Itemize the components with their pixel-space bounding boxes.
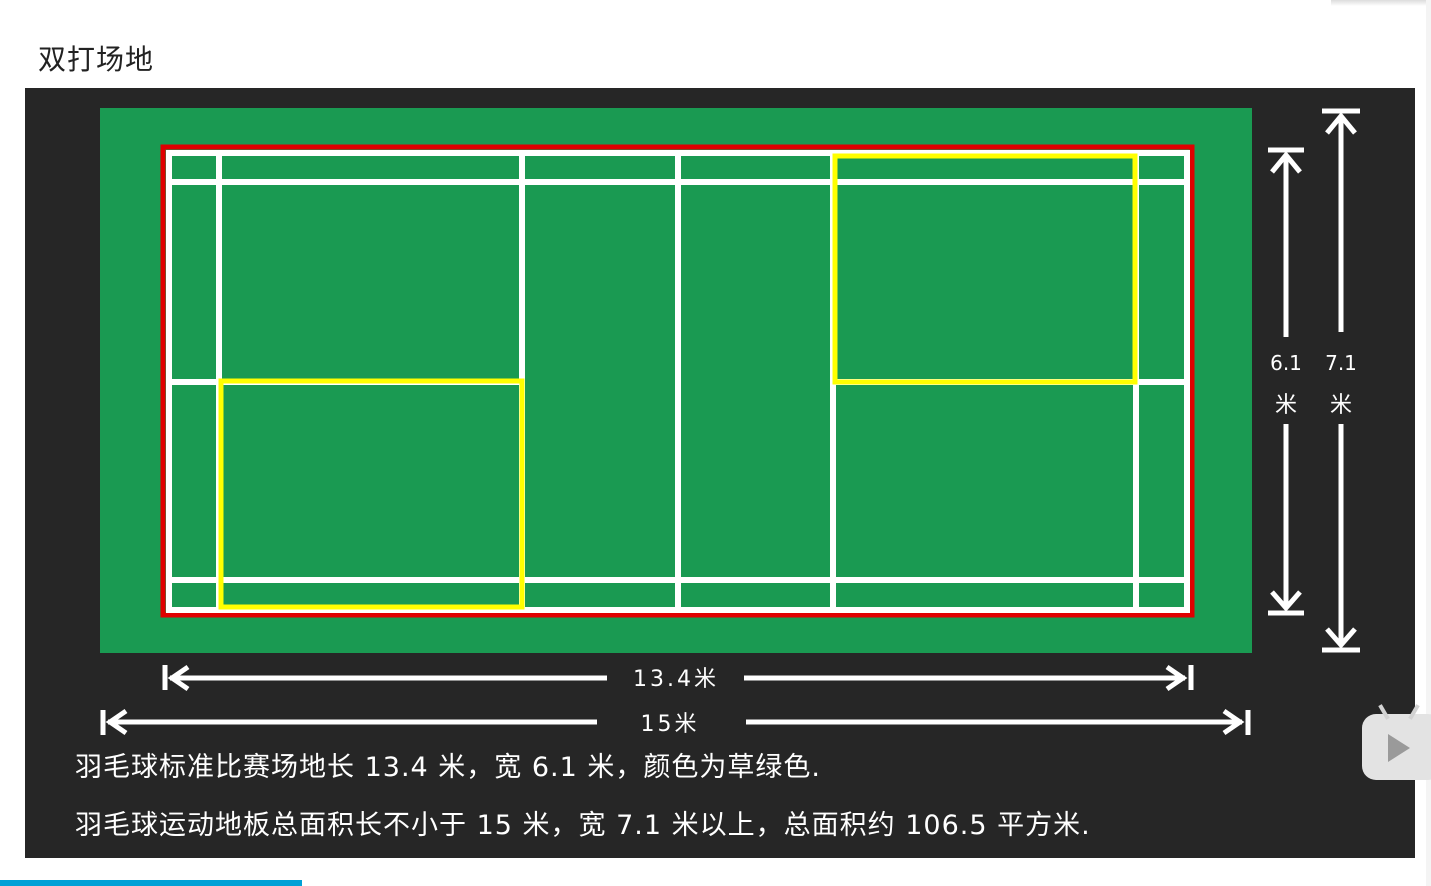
length-label-13-4: 13.4米 [633, 667, 719, 692]
caption-floor-area: 羽毛球运动地板总面积长不小于 15 米，宽 7.1 米以上，总面积约 106.5… [75, 810, 1091, 841]
width-unit-6-1: 米 [1275, 393, 1297, 418]
width-unit-7-1: 米 [1330, 393, 1352, 418]
length-label-15: 15米 [641, 712, 700, 737]
play-button[interactable] [1362, 704, 1431, 780]
progress-bar [0, 880, 302, 886]
play-icon [1388, 734, 1410, 762]
width-label-6-1: 6.1 [1270, 351, 1302, 375]
dimension-6-1m [1268, 147, 1304, 616]
caption-standard-court: 羽毛球标准比赛场地长 13.4 米，宽 6.1 米，颜色为草绿色. [75, 752, 821, 783]
width-label-7-1: 7.1 [1325, 351, 1357, 375]
dimension-7-1m [1322, 108, 1360, 653]
